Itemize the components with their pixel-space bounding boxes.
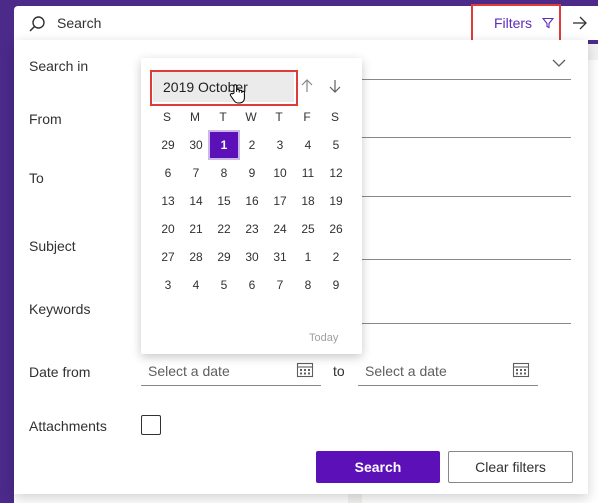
calendar-day[interactable]: 5: [322, 132, 350, 158]
weekday-header: S: [162, 110, 171, 124]
search-bar: Search Filters: [14, 6, 588, 40]
search-icon: [29, 16, 45, 32]
date-to-placeholder: Select a date: [365, 362, 447, 379]
calendar-day[interactable]: 2: [322, 244, 350, 270]
date-from-label: Date from: [29, 364, 91, 380]
calendar-day[interactable]: 19: [322, 188, 350, 214]
date-from-input[interactable]: Select a date: [141, 356, 321, 386]
weekday-header: T: [275, 110, 283, 124]
calendar-day[interactable]: 18: [294, 188, 322, 214]
search-in-label: Search in: [29, 58, 89, 74]
calendar-day[interactable]: 1: [294, 244, 322, 270]
calendar-day[interactable]: 11: [294, 160, 322, 186]
arrow-down-icon[interactable]: [327, 78, 343, 94]
calendar-day[interactable]: 7: [266, 272, 294, 298]
weekday-header: T: [219, 110, 227, 124]
collapse-search-button[interactable]: [562, 6, 598, 40]
weekday-header: S: [330, 110, 339, 124]
arrow-right-icon: [573, 16, 587, 30]
calendar-day[interactable]: 7: [182, 160, 210, 186]
calendar-day[interactable]: 28: [182, 244, 210, 270]
calendar-day-selected[interactable]: 1: [208, 130, 240, 160]
to-label: To: [29, 170, 44, 186]
weekday-header: M: [190, 110, 200, 124]
calendar-day[interactable]: 22: [210, 216, 238, 242]
calendar-icon[interactable]: [512, 361, 530, 379]
from-label: From: [29, 111, 62, 127]
today-link[interactable]: Today: [309, 332, 338, 344]
calendar-day[interactable]: 8: [294, 272, 322, 298]
calendar-day[interactable]: 6: [154, 160, 182, 186]
calendar-day[interactable]: 29: [154, 132, 182, 158]
calendar-day[interactable]: 4: [294, 132, 322, 158]
weekday-header: F: [303, 110, 311, 124]
attachments-label: Attachments: [29, 418, 107, 434]
calendar-day[interactable]: 13: [154, 188, 182, 214]
month-year-button[interactable]: 2019 October: [153, 72, 294, 102]
calendar-day[interactable]: 29: [210, 244, 238, 270]
calendar-day[interactable]: 21: [182, 216, 210, 242]
calendar-day[interactable]: 3: [154, 272, 182, 298]
calendar-day[interactable]: 17: [266, 188, 294, 214]
calendar-day[interactable]: 26: [322, 216, 350, 242]
filters-label: Filters: [493, 15, 533, 31]
date-from-placeholder: Select a date: [148, 362, 230, 379]
date-range-to-label: to: [333, 363, 345, 379]
calendar-day[interactable]: 30: [182, 132, 210, 158]
calendar-day[interactable]: 10: [266, 160, 294, 186]
weekday-header: W: [245, 110, 257, 124]
calendar-day[interactable]: 16: [238, 188, 266, 214]
calendar-icon[interactable]: [296, 361, 314, 379]
hand-cursor-icon: [229, 84, 245, 104]
calendar-day[interactable]: 27: [154, 244, 182, 270]
filter-icon: [542, 17, 555, 29]
search-input[interactable]: Search: [57, 15, 101, 31]
calendar-day[interactable]: 5: [210, 272, 238, 298]
calendar-day[interactable]: 3: [266, 132, 294, 158]
subject-label: Subject: [29, 238, 76, 254]
date-picker-popup: 2019 October SMTWTFS 29 30 1 2 3 4 5 6 7 8 9 10 11 12…: [141, 58, 362, 354]
calendar-day[interactable]: 24: [266, 216, 294, 242]
calendar-day[interactable]: 6: [238, 272, 266, 298]
calendar-day[interactable]: 2: [238, 132, 266, 158]
clear-filters-button[interactable]: Clear filters: [448, 451, 573, 483]
search-button[interactable]: Search: [316, 451, 440, 483]
calendar-day[interactable]: 30: [238, 244, 266, 270]
calendar-day[interactable]: 8: [210, 160, 238, 186]
calendar-day[interactable]: 15: [210, 188, 238, 214]
calendar-day[interactable]: 9: [322, 272, 350, 298]
arrow-up-icon[interactable]: [299, 78, 315, 94]
calendar-day[interactable]: 14: [182, 188, 210, 214]
calendar-day[interactable]: 31: [266, 244, 294, 270]
calendar-day[interactable]: 9: [238, 160, 266, 186]
calendar-day[interactable]: 20: [154, 216, 182, 242]
attachments-checkbox[interactable]: [141, 415, 161, 435]
filters-button[interactable]: Filters: [473, 6, 575, 40]
calendar-day[interactable]: 23: [238, 216, 266, 242]
keywords-label: Keywords: [29, 301, 91, 317]
calendar-day[interactable]: 4: [182, 272, 210, 298]
date-to-input[interactable]: Select a date: [358, 356, 538, 386]
chevron-down-icon: [552, 59, 566, 67]
calendar-day[interactable]: 25: [294, 216, 322, 242]
calendar-day[interactable]: 12: [322, 160, 350, 186]
